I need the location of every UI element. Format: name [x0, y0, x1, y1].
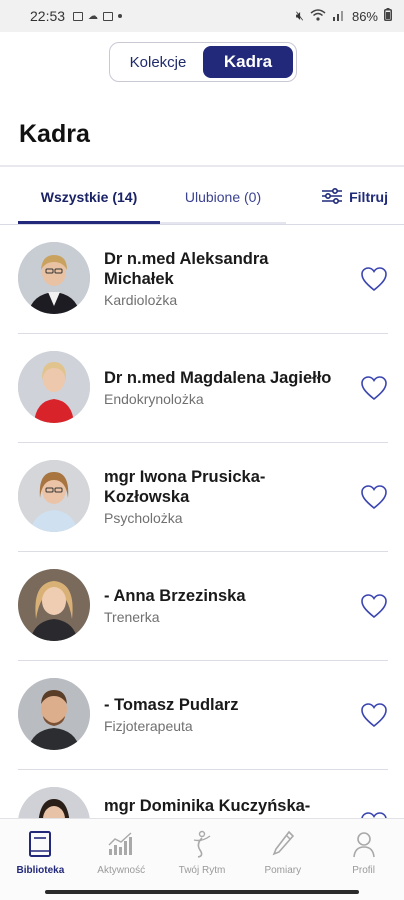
nav-label: Pomiary [264, 865, 302, 876]
calendar-icon [103, 11, 114, 21]
view-switcher: Kolekcje Kadra [109, 42, 297, 82]
avatar [18, 460, 90, 532]
page-title: Kadra [19, 120, 90, 148]
nav-label: Biblioteka [16, 865, 65, 876]
divider [0, 165, 404, 167]
nav-label: Twój Rytm [178, 865, 226, 876]
status-bar: 22:53 ☁ 🔇︎ 86% [0, 0, 404, 32]
staff-role: Kardiolożka [104, 291, 178, 308]
gallery-icon [73, 11, 84, 21]
list-item[interactable]: - Anna Brzezinska Trenerka [18, 552, 388, 661]
tab-all[interactable]: Wszystkie (14) [18, 170, 160, 224]
list-item[interactable]: - Tomasz Pudlarz Fizjoterapeuta [18, 661, 388, 770]
filter-label: Filtruj [349, 189, 388, 205]
bottom-nav: Biblioteka Aktywność Twój Rytm Pomiary P… [0, 818, 404, 886]
notification-icons: ☁ [73, 10, 123, 22]
heart-icon[interactable] [360, 266, 388, 292]
chart-icon [106, 829, 136, 859]
filter-button[interactable]: Filtruj [321, 170, 388, 224]
avatar [18, 569, 90, 641]
gesture-bar [0, 886, 404, 900]
staff-list: Dr n.med Aleksandra Michałek Kardiolożka… [0, 225, 404, 879]
list-item[interactable]: mgr Iwona Prusicka- Kozłowska Psycholożk… [18, 443, 388, 552]
staff-name: Dr n.med Magdalena Jagiełło [104, 368, 332, 387]
battery-text: 86% [351, 8, 378, 24]
heart-icon[interactable] [360, 375, 388, 401]
nav-label: Profil [352, 865, 375, 876]
staff-info: - Anna Brzezinska Trenerka [104, 552, 338, 660]
pen-icon [268, 829, 298, 859]
nav-label: Aktywność [97, 865, 146, 876]
nav-biblioteka[interactable]: Biblioteka [0, 819, 81, 886]
status-time: 22:53 [30, 8, 66, 24]
user-icon [349, 829, 379, 859]
avatar [18, 242, 90, 314]
staff-name-cont: Kozłowska [104, 487, 190, 506]
nav-pomiary[interactable]: Pomiary [242, 819, 323, 886]
staff-name: mgr Iwona Prusicka- [104, 467, 266, 486]
staff-role: Endokrynolożka [104, 390, 204, 407]
mute-icon: 🔇︎ [295, 8, 304, 23]
book-icon [25, 829, 55, 859]
tab-favorites[interactable]: Ulubione (0) [160, 170, 286, 224]
segment-kadra[interactable]: Kadra [203, 46, 293, 78]
staff-name: - Anna Brzezinska [104, 586, 246, 605]
list-item[interactable]: Dr n.med Aleksandra Michałek Kardiolożka [18, 225, 388, 334]
figure-icon [187, 829, 217, 859]
staff-role: Fizjoterapeuta [104, 717, 193, 734]
avatar [18, 678, 90, 750]
staff-info: mgr Iwona Prusicka- Kozłowska Psycholożk… [104, 443, 338, 551]
nav-twoj-rytm[interactable]: Twój Rytm [162, 819, 243, 886]
nav-aktywnosc[interactable]: Aktywność [81, 819, 162, 886]
staff-name: Dr n.med Aleksandra [104, 249, 269, 268]
staff-info: Dr n.med Aleksandra Michałek Kardiolożka [104, 225, 338, 333]
staff-info: - Tomasz Pudlarz Fizjoterapeuta [104, 661, 338, 769]
tab-bar: Wszystkie (14) Ulubione (0) Filtruj [0, 170, 404, 224]
staff-role: Psycholożka [104, 509, 183, 526]
staff-name: - Tomasz Pudlarz [104, 695, 239, 714]
wifi-icon [310, 8, 326, 24]
dot-icon [118, 14, 123, 18]
heart-icon[interactable] [360, 593, 388, 619]
staff-name: mgr Dominika Kuczyńska- [104, 797, 311, 815]
home-indicator[interactable] [45, 890, 359, 894]
heart-icon[interactable] [360, 484, 388, 510]
filter-icon [321, 187, 343, 207]
staff-role: Trenerka [104, 608, 160, 625]
battery-icon [384, 8, 392, 24]
signal-icon [332, 9, 346, 24]
heart-icon[interactable] [360, 702, 388, 728]
cloud-icon: ☁ [88, 10, 99, 22]
nav-profil[interactable]: Profil [323, 819, 404, 886]
staff-name-cont: Michałek [104, 269, 174, 288]
staff-info: Dr n.med Magdalena Jagiełło Endokrynoloż… [104, 334, 338, 442]
status-right: 🔇︎ 86% [296, 8, 392, 24]
avatar [18, 351, 90, 423]
segment-kolekcje[interactable]: Kolekcje [113, 46, 203, 78]
list-item[interactable]: Dr n.med Magdalena Jagiełło Endokrynoloż… [18, 334, 388, 443]
